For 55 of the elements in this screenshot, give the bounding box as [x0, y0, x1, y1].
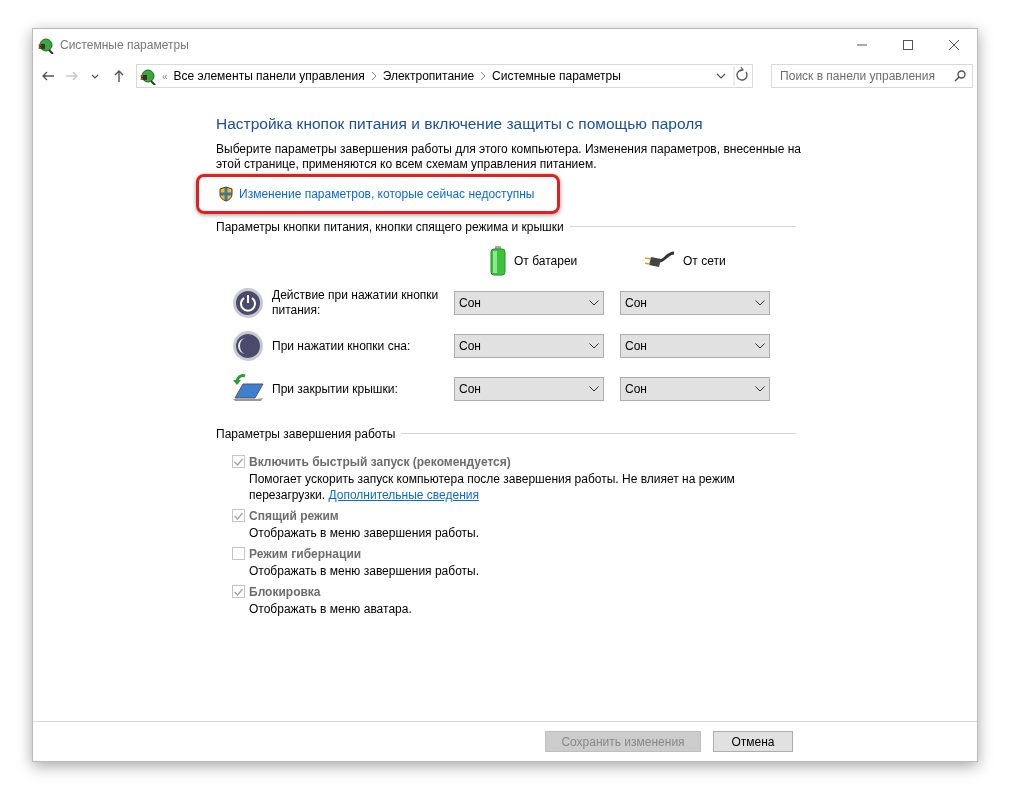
- option-label: Спящий режим: [249, 507, 339, 525]
- back-arrow-icon: [40, 69, 55, 83]
- column-header: От батареи: [514, 252, 578, 270]
- dropdown-icon[interactable]: [716, 71, 727, 81]
- shield-icon: [219, 185, 233, 202]
- description-text: Выберите параметры завершения работы для этого компьютера. Изменения параметров, внесенные на этой странице, применяются ко всем схемам управления питанием.: [216, 141, 802, 172]
- chevron-down-icon: [589, 300, 599, 307]
- dropdown[interactable]: Сон: [620, 291, 770, 316]
- option-label: Блокировка: [249, 583, 321, 601]
- admin-link[interactable]: Изменение параметров, которые сейчас недоступны: [239, 184, 535, 203]
- search-field[interactable]: Поиск в панели управления: [771, 64, 973, 88]
- overflow-chevron[interactable]: «: [162, 68, 168, 84]
- dropdown[interactable]: Сон: [620, 334, 770, 359]
- option-description: Отображать в меню завершения работы.: [249, 524, 480, 541]
- setting-label: Действие при нажатии кнопки питания:: [271, 288, 440, 319]
- close-icon: [949, 40, 959, 50]
- search-icon: [954, 70, 966, 82]
- dropdown[interactable]: Сон: [454, 334, 604, 359]
- breadcrumb-item[interactable]: Электропитание: [382, 67, 475, 85]
- app-icon: [139, 67, 156, 85]
- chevron-down-icon: [755, 300, 765, 307]
- moon-icon: [232, 330, 264, 363]
- column-header: От сети: [683, 252, 726, 270]
- battery-icon: [490, 245, 506, 276]
- option-description: Отображать в меню завершения работы.: [249, 562, 480, 579]
- option-label: Включить быстрый запуск (рекомендуется): [249, 453, 511, 471]
- chevron-down-icon: [755, 386, 765, 393]
- setting-label: При нажатии кнопки сна:: [271, 338, 412, 354]
- chevron-right-icon: [370, 72, 377, 80]
- dropdown[interactable]: Сон: [620, 377, 770, 402]
- maximize-icon: [903, 40, 913, 50]
- cancel-button[interactable]: Отмена: [713, 731, 793, 752]
- address-bar[interactable]: « Все элементы панели управления Электропитание Системные параметры: [136, 64, 754, 88]
- dropdown[interactable]: Сон: [454, 377, 604, 402]
- setting-label: При закрытии крышки:: [271, 381, 399, 397]
- breadcrumb-item[interactable]: Системные параметры: [492, 67, 621, 85]
- chevron-down-icon: [755, 343, 765, 350]
- section-title: Параметры завершения работы: [216, 425, 396, 443]
- app-icon: [37, 36, 54, 54]
- forward-arrow-icon: [64, 69, 79, 83]
- chevron-down-icon: [589, 343, 599, 350]
- section-title: Параметры кнопки питания, кнопки спящего режима и крышки: [216, 218, 564, 236]
- option-label: Режим гибернации: [249, 545, 362, 563]
- chevron-down-icon: [589, 386, 599, 393]
- power-icon: [232, 287, 264, 320]
- dropdown[interactable]: Сон: [454, 291, 604, 316]
- check-icon: [234, 511, 243, 520]
- check-icon: [234, 587, 243, 596]
- page-heading: Настройка кнопок питания и включение защиты с помощью пароля: [216, 115, 704, 134]
- chevron-right-icon: [480, 72, 487, 80]
- window-title: Системные параметры: [60, 37, 190, 54]
- breadcrumb-item[interactable]: Все элементы панели управления: [173, 67, 365, 85]
- option-description: Помогает ускорить запуск компьютера после завершения работы. Не влияет на режим перезагрузки. Дополнительные сведения: [249, 470, 736, 503]
- check-icon: [234, 457, 243, 466]
- option-description: Отображать в меню аватара.: [249, 600, 413, 617]
